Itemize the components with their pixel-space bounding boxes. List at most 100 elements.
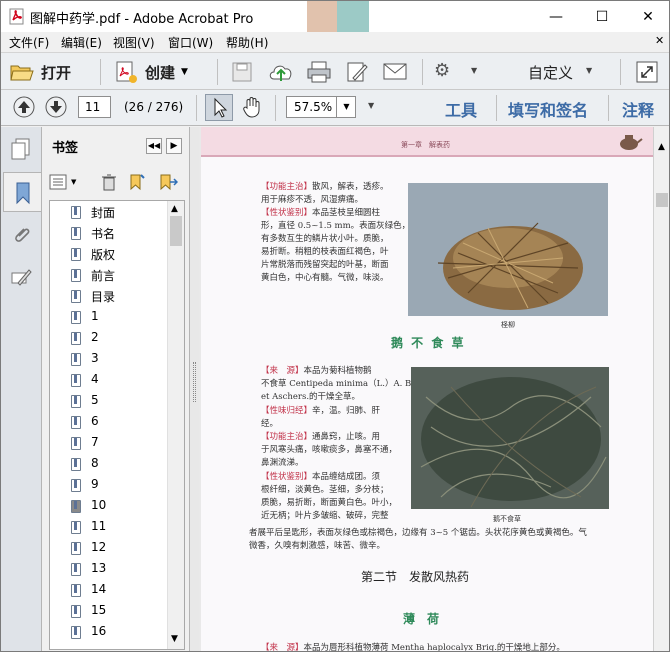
doc-scroll-up-icon[interactable]: ▲ [658, 142, 665, 152]
bookmark-item[interactable]: 前言 [50, 265, 168, 286]
bookmark-label: 13 [91, 561, 107, 575]
navigation-rail [1, 127, 42, 651]
email-icon[interactable] [382, 62, 408, 82]
panel-next-icon[interactable]: ▶ [166, 138, 182, 154]
bookmark-options-button[interactable]: ▼ [49, 171, 79, 193]
comment-pane-button[interactable]: 注释 [622, 97, 654, 121]
print-icon[interactable] [306, 60, 332, 84]
zoom-dropdown-icon[interactable]: ▼ [336, 96, 356, 118]
bookmark-page-icon [71, 458, 81, 471]
create-button[interactable]: 创建 ▼ [113, 59, 199, 85]
herb-text-content: 片常脱落而残留突起的叶基，断面 [261, 260, 389, 270]
zoom-menu-icon[interactable]: ▼ [368, 101, 374, 110]
settings-dropdown-icon[interactable]: ▼ [471, 66, 477, 75]
delete-bookmark-icon[interactable] [101, 174, 117, 191]
tamarisk-caption: 柽柳 [501, 321, 515, 329]
close-document-button[interactable]: ✕ [655, 34, 664, 47]
bookmark-label: 版权 [91, 248, 116, 262]
bookmark-scrollbar[interactable]: ▲ ▼ [167, 201, 184, 649]
fullscreen-icon[interactable] [635, 60, 659, 84]
bookmark-item[interactable]: 9 [50, 475, 168, 496]
bookmark-item[interactable]: 15 [50, 601, 168, 622]
save-icon[interactable] [231, 61, 253, 83]
signatures-icon[interactable] [10, 267, 32, 287]
maximize-button[interactable]: ☐ [579, 1, 625, 32]
herb-text-content: et Aschers.的干燥全草。 [261, 392, 361, 403]
bookmark-label: 14 [91, 582, 107, 596]
bookmark-item[interactable]: 封面 [50, 202, 168, 223]
mint-source-text: 本品为唇形科植物薄荷 Mentha haplocalyx Briq.的干燥地上部… [303, 643, 565, 652]
minimize-button[interactable]: — [533, 1, 579, 32]
bookmark-item[interactable]: 目录 [50, 286, 168, 307]
bookmark-item[interactable]: 1 [50, 307, 168, 328]
herb-text-tag: 【功能主治】 [261, 182, 313, 192]
teapot-ornament-icon [620, 135, 643, 150]
edit-document-icon[interactable] [345, 60, 369, 84]
menu-file[interactable]: 文件(F) [9, 34, 49, 51]
close-button[interactable]: ✕ [625, 1, 669, 32]
bookmark-item[interactable]: 2 [50, 328, 168, 349]
scroll-down-icon[interactable]: ▼ [171, 634, 178, 644]
document-view[interactable]: 第一章 解表药 【功能主治】散风，解表，透疹。 用于麻疹不透，风湿痹痛。 【性状鉴别… [199, 127, 653, 652]
splitter-grip[interactable] [193, 362, 196, 402]
herb-text-content: 通鼻窍，止咳。用 [312, 432, 381, 442]
bookmarks-tab[interactable] [3, 172, 41, 212]
document-scrollbar[interactable]: ▲ [653, 127, 669, 651]
collapse-panel-icon[interactable]: ◀◀ [146, 138, 162, 154]
page-header-text: 第一章 解表药 [401, 141, 450, 149]
fill-sign-pane-button[interactable]: 填写和签名 [508, 97, 588, 121]
herb-text-content: 散风，解表，透疹。 [312, 182, 389, 192]
herb-text-line-mint: 【来 源】本品为唇形科植物薄荷 Mentha haplocalyx Briq.的… [261, 642, 565, 652]
customize-label[interactable]: 自定义 [528, 62, 573, 83]
bookmark-item[interactable]: 10 [50, 496, 168, 517]
tools-pane-button[interactable]: 工具 [445, 97, 477, 121]
bookmark-item[interactable]: 5 [50, 391, 168, 412]
herb-text-content: 根纤细，淡黄色。茎细，多分枝； [261, 484, 389, 495]
new-bookmark-icon[interactable] [128, 173, 146, 191]
bookmark-page-icon [71, 563, 81, 576]
herb-text-line: 黄白色，中心有髓。气微，味淡。 [261, 272, 389, 285]
herb-text-line-full: 微香，久嗅有刺激感，味苦、微辛。 [249, 541, 386, 551]
bookmark-item[interactable]: 7 [50, 433, 168, 454]
expand-bookmark-icon[interactable] [158, 173, 178, 191]
bookmark-item[interactable]: 12 [50, 538, 168, 559]
next-page-icon[interactable] [44, 95, 68, 119]
panel-splitter[interactable] [190, 127, 199, 651]
bookmark-item[interactable]: 8 [50, 454, 168, 475]
page-thumbnails-icon[interactable] [10, 137, 32, 161]
bookmarks-panel: 书签 ◀◀ ▶ ▼ 封面 书名 版权 前言 目录 1 2 3 4 5 6 7 8 9 10 11 12 13 14 1… [42, 127, 190, 651]
hand-tool-icon[interactable] [240, 95, 264, 119]
previous-page-icon[interactable] [12, 95, 36, 119]
menu-help[interactable]: 帮助(H) [226, 34, 268, 51]
doc-scroll-thumb[interactable] [656, 193, 668, 207]
bookmark-item[interactable]: 6 [50, 412, 168, 433]
open-button[interactable]: 打开 [9, 59, 81, 85]
attachments-paperclip-icon[interactable] [11, 223, 31, 247]
herb-text-content: 有多数互生的鳞片状小叶。质脆， [261, 234, 389, 244]
menu-view[interactable]: 视图(V) [113, 34, 155, 51]
herb-text-content: 本品茎枝呈细圆柱 [312, 208, 381, 218]
bookmark-item[interactable]: 13 [50, 559, 168, 580]
menu-window[interactable]: 窗口(W) [168, 34, 213, 51]
bookmark-page-icon [71, 542, 81, 555]
bookmark-item[interactable]: 3 [50, 349, 168, 370]
cloud-upload-icon[interactable] [267, 59, 295, 85]
herb-text-content: 于风寒头痛，咳嗽痰多，鼻塞不通， [261, 445, 398, 456]
options-dropdown-icon: ▼ [71, 178, 77, 186]
bookmark-item[interactable]: 14 [50, 580, 168, 601]
bookmarks-panel-title: 书签 [52, 141, 79, 156]
bookmark-item[interactable]: 版权 [50, 244, 168, 265]
bookmark-page-icon [71, 353, 81, 366]
bookmark-item[interactable]: 11 [50, 517, 168, 538]
scroll-up-icon[interactable]: ▲ [171, 204, 178, 214]
bookmark-item[interactable]: 4 [50, 370, 168, 391]
bookmark-scroll-thumb[interactable] [170, 216, 182, 246]
bookmark-label: 16 [91, 624, 107, 638]
bookmark-item[interactable]: 书名 [50, 223, 168, 244]
menu-edit[interactable]: 编辑(E) [61, 34, 102, 51]
select-tool-button[interactable] [205, 94, 233, 121]
bookmark-item[interactable]: 16 [50, 622, 168, 643]
settings-gear-icon[interactable]: ⚙ [434, 61, 450, 81]
customize-dropdown-icon[interactable]: ▼ [586, 66, 592, 75]
page-number-input[interactable]: 11 [78, 96, 111, 118]
